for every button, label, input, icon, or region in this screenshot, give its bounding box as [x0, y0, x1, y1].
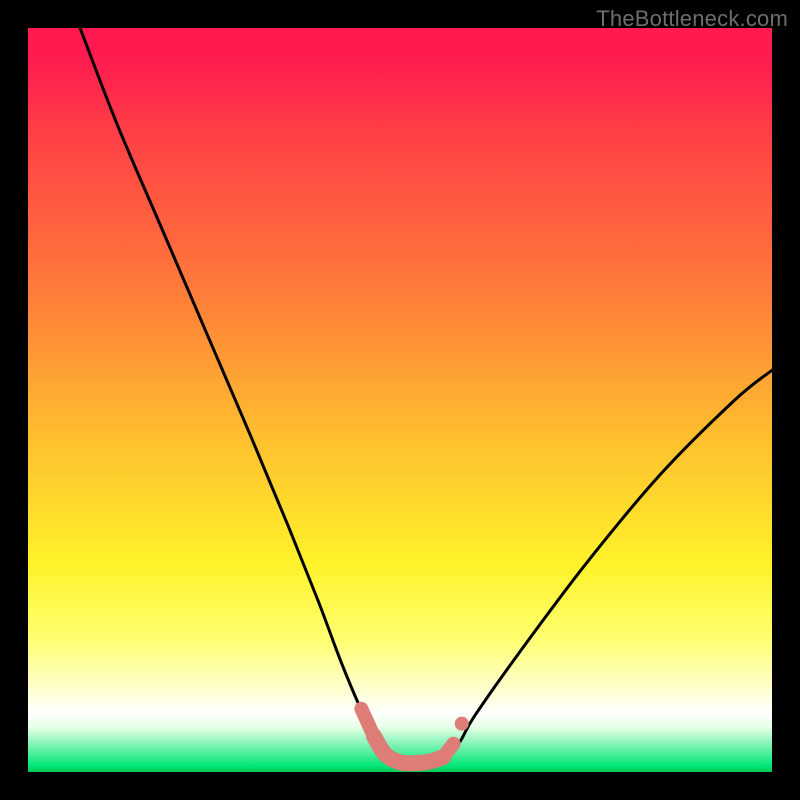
chart-frame: TheBottleneck.com — [0, 0, 800, 800]
plot-area — [28, 28, 772, 772]
highlight-dot — [455, 717, 469, 731]
highlight-segment-left — [361, 709, 374, 737]
highlight-band — [374, 736, 443, 763]
curve-overlay — [28, 28, 772, 772]
watermark-text: TheBottleneck.com — [596, 6, 788, 32]
bottleneck-curve — [80, 28, 772, 763]
highlight-segment-mid — [443, 744, 453, 757]
